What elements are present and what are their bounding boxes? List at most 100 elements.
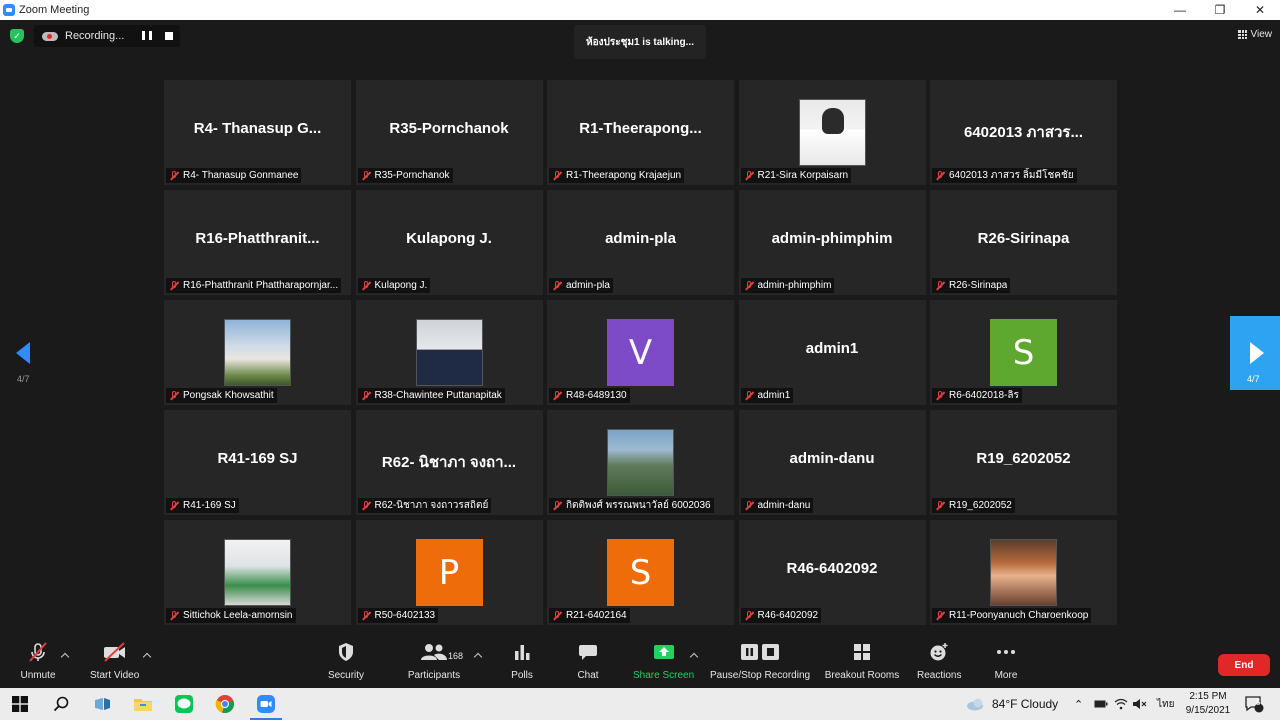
participant-tile[interactable]: admin-danu admin-danu <box>738 410 926 515</box>
minimize-icon[interactable]: — <box>1160 0 1200 20</box>
participant-display-name: R1-Theerapong... <box>579 120 702 137</box>
breakout-rooms-button[interactable]: Breakout Rooms <box>824 637 900 687</box>
wifi-icon[interactable] <box>1114 688 1128 720</box>
participant-tile[interactable]: R41-169 SJ R41-169 SJ <box>164 410 351 515</box>
participant-tile[interactable]: V R48-6489130 <box>547 300 734 405</box>
muted-mic-icon <box>168 610 180 622</box>
participant-tile[interactable]: R21-Sira Korpaisarn <box>738 80 926 185</box>
participant-name-label: R35-Pornchanok <box>374 170 450 181</box>
muted-mic-icon <box>18 637 58 667</box>
participant-name-bar: Sittichok Leela-amornsin <box>166 608 296 623</box>
participants-options-caret-icon[interactable] <box>473 652 483 662</box>
battery-icon[interactable] <box>1094 688 1108 720</box>
security-button[interactable]: Security <box>326 637 366 687</box>
muted-mic-icon <box>360 610 372 622</box>
participant-tile[interactable]: R16-Phatthranit... R16-Phatthranit Phatth… <box>164 190 351 295</box>
pause-stop-recording-button[interactable]: Pause/Stop Recording <box>710 637 810 687</box>
stop-recording-icon[interactable] <box>165 32 173 40</box>
line-app-icon[interactable] <box>164 692 204 716</box>
participant-name-label: R50-6402133 <box>374 610 436 621</box>
participant-name-bar: R26-Sirinapa <box>932 278 1011 293</box>
recording-indicator: Recording... <box>34 25 180 47</box>
file-explorer-icon[interactable] <box>123 692 163 716</box>
maximize-icon[interactable]: ❐ <box>1200 0 1240 20</box>
participant-tile[interactable]: admin-phimphim admin-phimphim <box>738 190 926 295</box>
reactions-label: Reactions <box>917 670 962 681</box>
participant-name-label: Kulapong J. <box>374 280 428 291</box>
breakout-rooms-label: Breakout Rooms <box>824 670 900 681</box>
participant-name-label: R21-6402164 <box>566 610 627 621</box>
audio-options-caret-icon[interactable] <box>60 652 70 662</box>
participant-tile[interactable]: S R21-6402164 <box>547 520 734 625</box>
participant-name-label: R4- Thanasup Gonmanee <box>183 170 299 181</box>
participant-tile[interactable]: R4- Thanasup G... R4- Thanasup Gonmanee <box>164 80 351 185</box>
participant-tile[interactable]: Pongsak Khowsathit <box>164 300 351 405</box>
participant-tile[interactable]: 6402013 ภาสวร... 6402013 ภาสวร ลิ้มมีโชคช… <box>930 80 1117 185</box>
participant-name-label: R19_6202052 <box>949 500 1012 511</box>
arrow-left-icon <box>16 342 30 364</box>
input-language[interactable]: ไทย <box>1157 688 1174 720</box>
participant-tile[interactable]: R19_6202052 R19_6202052 <box>930 410 1117 515</box>
polls-chart-icon <box>502 637 542 667</box>
weather-widget[interactable]: 84°F Cloudy <box>966 688 1058 720</box>
share-screen-button[interactable]: Share Screen <box>633 637 694 687</box>
muted-mic-icon <box>934 610 946 622</box>
page-indicator-left: 4/7 <box>17 374 30 384</box>
participant-name-label: R41-169 SJ <box>183 500 236 511</box>
previous-page-button[interactable]: 4/7 <box>0 316 48 392</box>
unmute-button[interactable]: Unmute <box>18 637 58 687</box>
system-clock[interactable]: 2:15 PM 9/15/2021 <box>1180 690 1236 718</box>
security-label: Security <box>327 670 365 681</box>
chat-button[interactable]: Chat <box>568 637 608 687</box>
windows-taskbar: 84°F Cloudy ⌃ ไทย 2:15 PM 9/15/2021 5 <box>0 688 1280 720</box>
notification-center-icon[interactable]: 5 <box>1244 688 1264 720</box>
participant-name-label: Pongsak Khowsathit <box>183 390 274 401</box>
participant-tile[interactable]: Sittichok Leela-amornsin <box>164 520 351 625</box>
windows-start-icon[interactable] <box>0 692 40 716</box>
task-view-icon[interactable] <box>82 692 122 716</box>
more-label: More <box>994 670 1018 681</box>
participant-tile[interactable]: R35-Pornchanok R35-Pornchanok <box>355 80 543 185</box>
participant-tile[interactable]: R62- นิชาภา จงถา... R62-นิชาภา จงถาวรสถิต… <box>355 410 543 515</box>
close-icon[interactable]: ✕ <box>1240 0 1280 20</box>
next-page-button[interactable]: 4/7 <box>1230 316 1280 390</box>
participant-name-bar: admin-pla <box>549 278 613 293</box>
participant-name-bar: R21-Sira Korpaisarn <box>740 168 852 183</box>
end-meeting-button[interactable]: End <box>1218 654 1270 676</box>
view-button[interactable]: View <box>1237 26 1273 42</box>
encryption-shield-icon[interactable]: ✓ <box>10 29 24 43</box>
show-hidden-icons-chevron-icon[interactable]: ⌃ <box>1074 688 1083 720</box>
polls-button[interactable]: Polls <box>502 637 542 687</box>
muted-mic-icon <box>551 500 563 512</box>
participant-tile[interactable]: admin1 admin1 <box>738 300 926 405</box>
speaker-muted-icon[interactable] <box>1132 688 1148 720</box>
pause-recording-icon[interactable] <box>142 31 152 41</box>
participant-name-label: R38-Chawintee Puttanapitak <box>374 390 502 401</box>
view-label: View <box>1250 28 1273 40</box>
participant-tile[interactable]: R1-Theerapong... R1-Theerapong Krajaejun <box>547 80 734 185</box>
participant-tile[interactable]: กิตติพงศ์ พรรณพนาวัลย์ 6002036 <box>547 410 734 515</box>
weather-text: 84°F Cloudy <box>992 697 1059 711</box>
participant-name-bar: admin-danu <box>740 498 814 513</box>
video-options-caret-icon[interactable] <box>142 652 152 662</box>
participant-name-bar: R1-Theerapong Krajaejun <box>549 168 685 183</box>
breakout-rooms-icon <box>824 637 900 667</box>
participant-tile[interactable]: R11-Poonyanuch Charoenkoop <box>930 520 1117 625</box>
reactions-button[interactable]: Reactions <box>917 637 961 687</box>
chrome-icon[interactable] <box>205 692 245 716</box>
zoom-taskbar-icon[interactable] <box>246 692 286 720</box>
window-title: Zoom Meeting <box>19 4 90 16</box>
search-icon[interactable] <box>41 692 81 716</box>
participant-tile[interactable]: R38-Chawintee Puttanapitak <box>355 300 543 405</box>
start-video-button[interactable]: Start Video <box>90 637 139 687</box>
participant-tile[interactable]: P R50-6402133 <box>355 520 543 625</box>
participant-name-bar: R4- Thanasup Gonmanee <box>166 168 302 183</box>
participant-tile[interactable]: S R6-6402018-ลิร <box>930 300 1117 405</box>
participant-tile[interactable]: Kulapong J. Kulapong J. <box>355 190 543 295</box>
participant-tile[interactable]: R46-6402092 R46-6402092 <box>738 520 926 625</box>
participant-tile[interactable]: R26-Sirinapa R26-Sirinapa <box>930 190 1117 295</box>
participant-display-name: Kulapong J. <box>406 230 492 247</box>
more-button[interactable]: More <box>986 637 1026 687</box>
participant-tile[interactable]: admin-pla admin-pla <box>547 190 734 295</box>
participants-button[interactable]: Participants <box>404 637 464 687</box>
